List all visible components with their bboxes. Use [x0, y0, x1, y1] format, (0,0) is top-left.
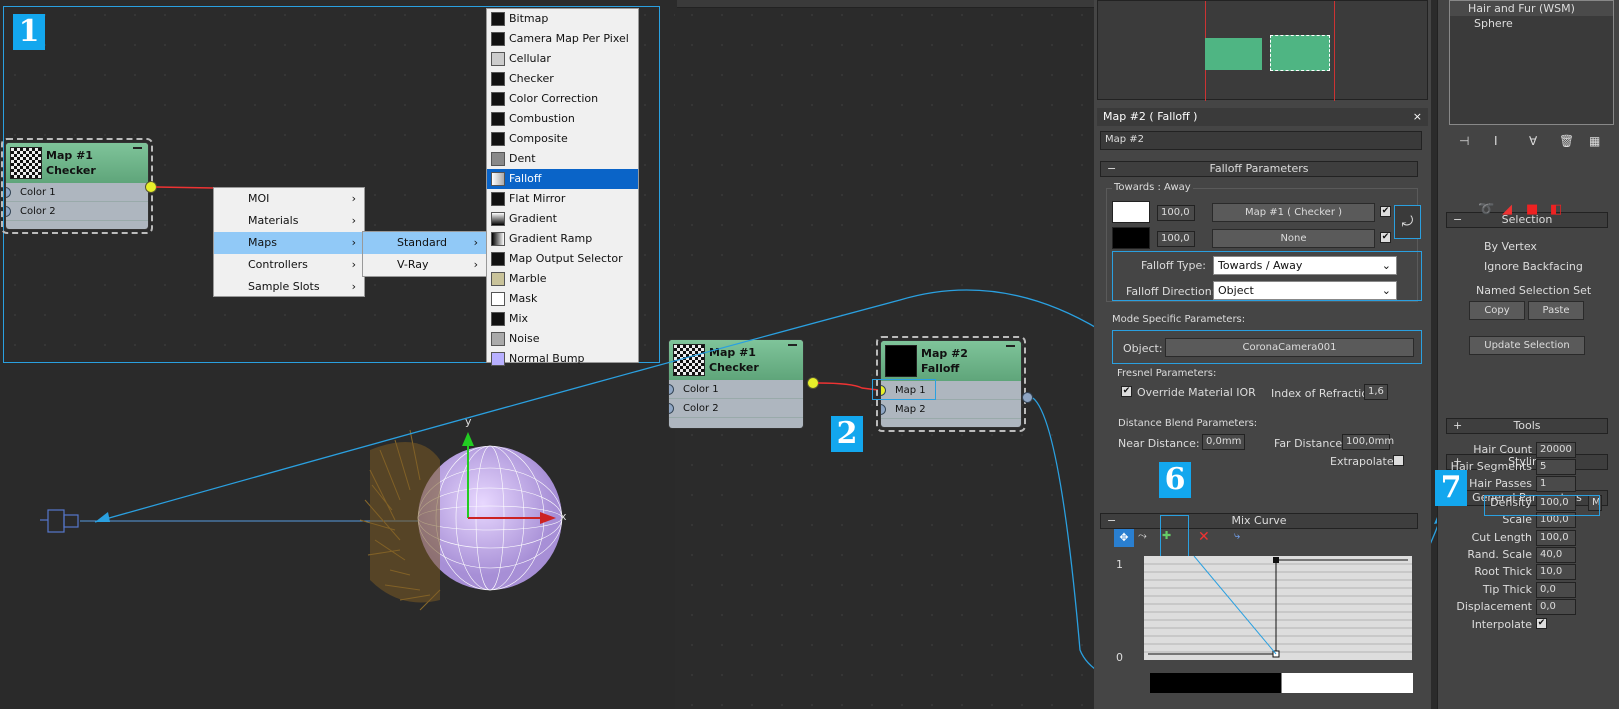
mode-specific-label: Mode Specific Parameters:	[1112, 314, 1246, 325]
callout-frame-7	[1484, 495, 1600, 516]
hair-count-spinner[interactable]: 20000	[1536, 442, 1576, 458]
tip-thick-spinner[interactable]: 0,0	[1536, 582, 1576, 598]
ior-spinner[interactable]: 1,6	[1364, 384, 1388, 400]
falloff-type-dropdown[interactable]: Towards / Away ⌄	[1213, 256, 1397, 275]
chevron-down-icon: ⌄	[1381, 259, 1391, 272]
color-swatch-black[interactable]	[1112, 227, 1150, 249]
far-distance-spinner[interactable]: 100,0mm	[1342, 434, 1394, 450]
stack-item[interactable]: Hair and Fur (WSM)	[1450, 1, 1613, 16]
copy-button[interactable]: Copy	[1469, 301, 1525, 320]
map-slot-button-2[interactable]: None	[1212, 229, 1375, 248]
fresnel-label: Fresnel Parameters:	[1117, 368, 1217, 379]
rand-scale-spinner[interactable]: 40,0	[1536, 547, 1576, 563]
map-name-field[interactable]: Map #2	[1100, 131, 1422, 150]
amount-spinner-2[interactable]: 100,0	[1157, 231, 1195, 247]
make-unique-icon[interactable]: ∀	[1529, 134, 1537, 148]
callout-badge-6: 6	[1159, 462, 1191, 498]
curve-y-top: 1	[1116, 558, 1123, 571]
chevron-down-icon: ⌄	[1381, 284, 1391, 297]
ignore-backfacing-label[interactable]: Ignore Backfacing	[1484, 260, 1583, 273]
far-distance-label: Far Distance:	[1274, 437, 1346, 450]
stack-toolbar: ⊣ I ∀ 🗑 ▦	[1449, 134, 1614, 154]
root-thick-spinner[interactable]: 10,0	[1536, 564, 1576, 580]
delete-point-icon[interactable]: ✕	[1198, 529, 1210, 545]
configure-icon[interactable]: ▦	[1589, 134, 1600, 148]
callout-badge-7: 7	[1435, 470, 1467, 506]
paste-button[interactable]: Paste	[1528, 301, 1584, 320]
callout-frame-6	[1160, 515, 1189, 562]
curve-y-bottom: 0	[1116, 651, 1123, 664]
material-panel-title: Map #2 ( Falloff ) ×	[1097, 108, 1428, 126]
hair-segments-spinner[interactable]: 5	[1536, 459, 1576, 475]
nav-thumb[interactable]	[1205, 38, 1262, 70]
reset-curve-icon[interactable]: ⤷	[1234, 529, 1240, 543]
tools-rollout[interactable]: + Tools	[1446, 418, 1608, 434]
stack-item[interactable]: Sphere	[1450, 16, 1613, 31]
scale-point-icon[interactable]: ⤳	[1138, 529, 1147, 543]
distance-blend-label: Distance Blend Parameters:	[1118, 418, 1258, 429]
map-enable-checkbox-1[interactable]: ✔	[1380, 206, 1391, 217]
falloff-type-label: Falloff Type:	[1141, 259, 1206, 272]
near-distance-spinner[interactable]: 0,0mm	[1202, 434, 1245, 450]
cut-length-spinner[interactable]: 100,0	[1536, 530, 1576, 546]
remove-modifier-icon[interactable]: 🗑	[1559, 134, 1574, 148]
displacement-spinner[interactable]: 0,0	[1536, 599, 1576, 615]
object-label: Object:	[1123, 342, 1163, 355]
modifier-stack: Hair and Fur (WSM) Sphere	[1449, 0, 1614, 125]
selection-icons: ➰ ◢ ■ ◧	[1478, 202, 1578, 220]
named-selection-label: Named Selection Set	[1476, 284, 1592, 297]
nav-view	[1097, 0, 1428, 101]
update-selection-button[interactable]: Update Selection	[1469, 336, 1585, 355]
show-end-result-icon[interactable]: I	[1494, 134, 1498, 148]
gradient-bar	[1150, 673, 1413, 693]
guides-icon[interactable]: ➰	[1478, 202, 1494, 217]
face-icon[interactable]: ◢	[1502, 202, 1512, 217]
interpolate-checkbox[interactable]: ✔	[1536, 618, 1547, 629]
towards-away-label: Towards : Away	[1112, 182, 1193, 193]
nav-thumb[interactable]	[1270, 35, 1330, 71]
swap-icon[interactable]: ⤾	[1402, 214, 1414, 230]
near-distance-label: Near Distance:	[1118, 437, 1200, 450]
close-icon[interactable]: ×	[1413, 108, 1422, 126]
override-ior-label: Override Material IOR	[1137, 386, 1256, 399]
mix-curve-graph[interactable]	[1144, 556, 1412, 660]
color-swatch-white[interactable]	[1112, 201, 1150, 223]
falloff-direction-dropdown[interactable]: Object ⌄	[1213, 281, 1397, 300]
object-pick-button[interactable]: CoronaCamera001	[1165, 338, 1414, 357]
move-icon[interactable]: ✥	[1114, 529, 1134, 547]
callout-frame-3: ⤾	[1394, 205, 1421, 239]
falloff-parameters-rollout[interactable]: − Falloff Parameters	[1100, 161, 1418, 177]
element-icon[interactable]: ◧	[1550, 202, 1562, 217]
falloff-direction-label: Falloff Direction:	[1126, 285, 1216, 298]
hair-passes-spinner[interactable]: 1	[1536, 476, 1576, 492]
amount-spinner-1[interactable]: 100,0	[1157, 205, 1195, 221]
ior-label: Index of Refraction	[1271, 387, 1376, 400]
by-vertex-label[interactable]: By Vertex	[1484, 240, 1537, 253]
pin-stack-icon[interactable]: ⊣	[1459, 134, 1469, 148]
polygon-icon[interactable]: ■	[1526, 202, 1538, 217]
map-slot-button-1[interactable]: Map #1 ( Checker )	[1212, 203, 1375, 222]
extrapolate-label: Extrapolate	[1330, 455, 1394, 468]
override-ior-checkbox[interactable]: ✔	[1121, 386, 1132, 397]
curve-toolbar: ✥ ⤳ ✚ ✕ ⤷	[1114, 527, 1414, 549]
map-enable-checkbox-2[interactable]: ✔	[1380, 232, 1391, 243]
extrapolate-checkbox[interactable]	[1393, 455, 1404, 466]
